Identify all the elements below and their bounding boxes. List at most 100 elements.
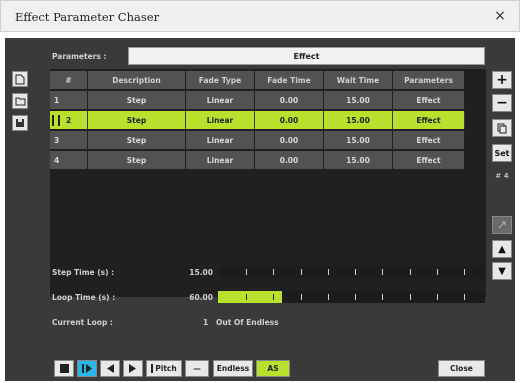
sort-icon (498, 221, 506, 229)
header-parameters[interactable]: Parameters (393, 71, 465, 89)
slider-tick (246, 269, 247, 275)
row-parameters[interactable]: Effect (393, 151, 465, 169)
new-file-icon (15, 74, 25, 84)
pitch-bar-icon (151, 364, 154, 373)
row-parameters[interactable]: Effect (393, 111, 465, 129)
dialog-body: Parameters : Effect # Description Fade T… (5, 38, 515, 381)
slider-tick (437, 269, 438, 275)
loop-time-slider[interactable] (218, 291, 485, 303)
step-time-value: 15.00 (189, 268, 213, 277)
slider-tick (301, 269, 302, 275)
save-disk-icon (16, 119, 24, 127)
play-pause-icon (81, 364, 92, 373)
title-bar: Effect Parameter Chaser × (0, 0, 520, 32)
row-fade-type[interactable]: Linear (186, 111, 255, 129)
slider-tick (273, 269, 274, 275)
stop-icon (59, 364, 69, 373)
close-button[interactable]: Close (438, 360, 485, 377)
parameters-label: Parameters : (52, 52, 107, 61)
row-fade-time[interactable]: 0.00 (255, 111, 324, 129)
previous-button[interactable] (100, 360, 120, 377)
move-up-button[interactable]: ▲ (492, 240, 512, 258)
row-description[interactable]: Step (88, 111, 186, 129)
move-down-button[interactable]: ▼ (492, 262, 512, 280)
row-fade-time[interactable]: 0.00 (255, 91, 324, 109)
row-fade-time[interactable]: 0.00 (255, 151, 324, 169)
slider-tick (382, 294, 383, 300)
row-fade-time[interactable]: 0.00 (255, 131, 324, 149)
header-fade-type[interactable]: Fade Type (186, 71, 255, 89)
row-wait-time[interactable]: 15.00 (324, 131, 393, 149)
row-number: 1 (50, 91, 88, 109)
row-wait-time[interactable]: 15.00 (324, 91, 393, 109)
play-pause-button[interactable] (77, 360, 97, 377)
slider-tick (246, 294, 247, 300)
add-step-button[interactable]: + (492, 71, 512, 89)
slider-tick (464, 294, 465, 300)
slider-tick (328, 294, 329, 300)
slider-tick (328, 269, 329, 275)
row-number-text: 2 (66, 115, 72, 125)
row-fade-type[interactable]: Linear (186, 131, 255, 149)
chaser-steps-table: # Description Fade Type Fade Time Wait T… (50, 69, 486, 297)
table-row-selected[interactable]: 2 Step Linear 0.00 15.00 Effect (50, 111, 465, 129)
as-button[interactable]: AS (256, 360, 290, 377)
row-fade-type[interactable]: Linear (186, 91, 255, 109)
copy-icon (497, 123, 507, 133)
row-description[interactable]: Step (88, 91, 186, 109)
loop-time-label: Loop Time (s) : (52, 293, 116, 302)
row-number: 3 (50, 131, 88, 149)
row-wait-time[interactable]: 15.00 (324, 111, 393, 129)
open-folder-button[interactable] (12, 93, 28, 109)
slider-tick (273, 294, 274, 300)
set-button[interactable]: Set (492, 144, 512, 162)
drag-handle-icon[interactable] (52, 114, 60, 126)
loop-time-value: 60.00 (189, 293, 213, 302)
table-row[interactable]: 3 Step Linear 0.00 15.00 Effect (50, 131, 465, 149)
table-row[interactable]: 1 Step Linear 0.00 15.00 Effect (50, 91, 465, 109)
save-button[interactable] (12, 115, 28, 131)
header-wait-time[interactable]: Wait Time (324, 71, 393, 89)
row-fade-type[interactable]: Linear (186, 151, 255, 169)
table-header: # Description Fade Type Fade Time Wait T… (50, 71, 465, 89)
window-title: Effect Parameter Chaser (15, 10, 160, 24)
header-number[interactable]: # (50, 71, 88, 89)
next-icon (129, 364, 136, 373)
slider-tick (301, 294, 302, 300)
row-description[interactable]: Step (88, 131, 186, 149)
new-file-button[interactable] (12, 71, 28, 87)
row-parameters[interactable]: Effect (393, 91, 465, 109)
copy-step-button[interactable] (492, 119, 512, 137)
folder-icon (15, 97, 25, 106)
header-description[interactable]: Description (88, 71, 186, 89)
step-count: # 4 (495, 172, 509, 180)
slider-tick (355, 269, 356, 275)
stop-button[interactable] (54, 360, 74, 377)
slider-tick (410, 269, 411, 275)
step-time-slider[interactable] (218, 266, 485, 278)
slider-tick (464, 269, 465, 275)
header-fade-time[interactable]: Fade Time (255, 71, 324, 89)
row-description[interactable]: Step (88, 151, 186, 169)
remove-step-button[interactable]: − (492, 94, 512, 112)
sort-button[interactable] (492, 216, 512, 234)
slider-tick (437, 294, 438, 300)
slider-tick (382, 269, 383, 275)
close-icon[interactable]: × (491, 7, 509, 25)
next-button[interactable] (123, 360, 143, 377)
pitch-button[interactable]: Pitch (146, 360, 182, 377)
slider-tick (355, 294, 356, 300)
dash-button[interactable]: — (185, 360, 209, 377)
table-row[interactable]: 4 Step Linear 0.00 15.00 Effect (50, 151, 465, 169)
parameters-select[interactable]: Effect (128, 47, 485, 65)
row-number: 4 (50, 151, 88, 169)
previous-icon (107, 364, 114, 373)
slider-tick (410, 294, 411, 300)
pitch-label: Pitch (155, 364, 177, 373)
current-loop-label: Current Loop : (52, 318, 113, 327)
step-time-label: Step Time (s) : (52, 268, 115, 277)
row-wait-time[interactable]: 15.00 (324, 151, 393, 169)
endless-button[interactable]: Endless (213, 360, 253, 377)
row-number: 2 (50, 111, 88, 129)
row-parameters[interactable]: Effect (393, 131, 465, 149)
